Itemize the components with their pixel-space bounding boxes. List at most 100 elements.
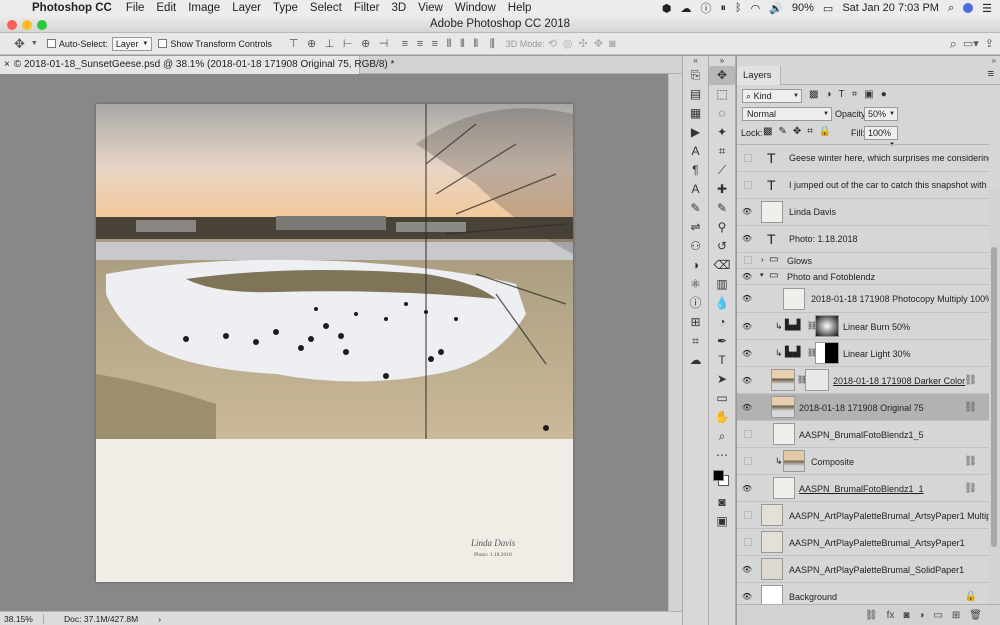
eraser-tool-icon[interactable]: ⌫: [709, 256, 735, 275]
layer-row[interactable]: 👁 AASPN_BrumalFotoBlendz1_1 ⛓: [737, 475, 989, 502]
character-icon[interactable]: A: [683, 142, 708, 161]
foreground-color-swatch[interactable]: [713, 470, 724, 481]
layer-name[interactable]: Composite: [811, 457, 854, 467]
layer-name[interactable]: 2018-01-18 171908 Original 75: [799, 403, 924, 413]
adjustments-icon[interactable]: ◑: [683, 256, 708, 275]
layer-row[interactable]: 👁 T Photo: 1.18.2018: [737, 226, 989, 253]
dropbox-icon[interactable]: ⬢: [662, 2, 672, 15]
menu-window[interactable]: Window: [449, 2, 502, 14]
eye-icon[interactable]: 👁: [741, 349, 753, 359]
menu-3d[interactable]: 3D: [385, 2, 412, 14]
visibility-toggle[interactable]: [744, 256, 752, 264]
eye-icon[interactable]: 👁: [741, 376, 753, 386]
layer-row[interactable]: ↳ Composite ⛓: [737, 448, 989, 475]
collapse-arrows-icon[interactable]: »: [992, 56, 996, 65]
layer-name[interactable]: I jumped out of the car to catch this sn…: [789, 180, 989, 190]
eye-icon[interactable]: 👁: [741, 322, 753, 332]
visibility-toggle[interactable]: [744, 511, 752, 519]
chevron-right-icon[interactable]: ›: [158, 614, 161, 624]
layer-row[interactable]: AASPN_ArtPlayPaletteBrumal_ArtsyPaper1 M…: [737, 502, 989, 529]
layer-row[interactable]: 👁 ▾ ▭ Photo and Fotoblendz: [737, 269, 989, 285]
layer-name[interactable]: Photo: 1.18.2018: [789, 234, 858, 244]
close-tab-icon[interactable]: ×: [4, 59, 10, 70]
dodge-tool-icon[interactable]: ◔: [709, 313, 735, 332]
layer-row[interactable]: 👁 AASPN_ArtPlayPaletteBrumal_SolidPaper1: [737, 556, 989, 583]
layer-name[interactable]: 2018-01-18 171908 Photocopy Multiply 100…: [811, 294, 989, 304]
layer-name[interactable]: AASPN_ArtPlayPaletteBrumal_SolidPaper1: [789, 565, 964, 575]
eye-icon[interactable]: 👁: [741, 294, 753, 304]
distribute-right-icon[interactable]: ⦀: [473, 38, 478, 50]
pause-icon[interactable]: ⏸: [720, 2, 726, 15]
healing-brush-tool-icon[interactable]: ✚: [709, 180, 735, 199]
crop-tool-icon[interactable]: ⌗: [709, 142, 735, 161]
new-group-icon[interactable]: ▭: [933, 610, 942, 621]
glyphs-icon[interactable]: A: [683, 180, 708, 199]
paths-icon[interactable]: ⌗: [683, 332, 708, 351]
brush-settings-icon[interactable]: ✎: [683, 199, 708, 218]
layer-name[interactable]: Linear Light 30%: [843, 349, 911, 359]
doc-info[interactable]: Doc: 37.1M/427.8M: [64, 614, 138, 624]
lasso-tool-icon[interactable]: ◌: [709, 104, 735, 123]
bluetooth-icon[interactable]: ᛒ: [735, 2, 742, 14]
trash-icon[interactable]: 🗑: [969, 610, 982, 621]
opacity-field[interactable]: 50% ▼: [864, 107, 898, 121]
move-tool-icon[interactable]: ✥: [709, 66, 735, 85]
info-icon[interactable]: ⓘ: [683, 294, 708, 313]
3d-drag-icon[interactable]: ✣: [579, 37, 588, 50]
gradient-tool-icon[interactable]: ▥: [709, 275, 735, 294]
eye-icon[interactable]: 👁: [741, 207, 753, 217]
eye-icon[interactable]: 👁: [741, 592, 753, 602]
chevron-down-icon[interactable]: ▾: [760, 271, 764, 279]
clone-stamp-tool-icon[interactable]: ⚲: [709, 218, 735, 237]
layer-row[interactable]: 👁 Background 🔒: [737, 583, 989, 604]
filter-pixel-icon[interactable]: ▩: [809, 89, 825, 100]
canvas-vertical-scrollbar[interactable]: [668, 74, 682, 611]
zoom-level[interactable]: 38.15%: [0, 613, 44, 624]
menu-type[interactable]: Type: [267, 2, 304, 14]
close-window-button[interactable]: [7, 20, 17, 30]
creative-cloud-icon[interactable]: ☁: [680, 2, 691, 15]
history-brush-tool-icon[interactable]: ↺: [709, 237, 735, 256]
layer-name[interactable]: AASPN_ArtPlayPaletteBrumal_ArtsyPaper1: [789, 538, 965, 548]
layer-name[interactable]: AASPN_BrumalFotoBlendz1_5: [799, 430, 924, 440]
menu-edit[interactable]: Edit: [150, 2, 182, 14]
visibility-toggle[interactable]: [744, 538, 752, 546]
clone-source-icon[interactable]: ⚇: [683, 237, 708, 256]
layers-scrollbar[interactable]: [989, 190, 1000, 610]
app-menu[interactable]: Photoshop CC: [26, 2, 120, 14]
lock-all-icon[interactable]: 🔒: [819, 126, 837, 137]
filter-type-icon[interactable]: T: [839, 89, 852, 100]
pen-tool-icon[interactable]: ✒: [709, 332, 735, 351]
creative-cloud-icon[interactable]: ☁: [683, 351, 708, 370]
align-hcenter-icon[interactable]: ⊕: [361, 38, 370, 50]
distribute-bottom-icon[interactable]: ≡: [432, 38, 438, 50]
workspace-icon[interactable]: ▭▾: [963, 37, 979, 50]
quick-mask-icon[interactable]: ◙: [709, 493, 735, 512]
properties-icon[interactable]: ⚛: [683, 275, 708, 294]
tool-presets-icon[interactable]: ⇌: [683, 218, 708, 237]
clock[interactable]: Sat Jan 20 7:03 PM: [842, 2, 939, 14]
chevron-down-icon[interactable]: ▼: [31, 40, 38, 47]
link-layers-icon[interactable]: ⛓: [964, 402, 977, 413]
color-swatches[interactable]: [709, 465, 735, 493]
visibility-toggle[interactable]: [744, 430, 752, 438]
align-bottom-icon[interactable]: ⊥: [325, 38, 335, 50]
link-layers-icon[interactable]: ⛓: [964, 375, 977, 386]
link-layers-icon[interactable]: ⛓: [865, 610, 878, 621]
layer-name[interactable]: Glows: [787, 256, 812, 266]
distribute-vcenter-icon[interactable]: ≡: [417, 38, 423, 50]
eye-icon[interactable]: 👁: [741, 565, 753, 575]
collapse-arrows-icon[interactable]: «: [683, 56, 708, 66]
eye-icon[interactable]: 👁: [741, 272, 753, 282]
align-left-icon[interactable]: ⊢: [343, 38, 353, 50]
3d-camera-icon[interactable]: ◙: [609, 38, 616, 50]
fill-field[interactable]: 100% ▼: [864, 126, 898, 148]
move-tool-preset-icon[interactable]: ✥: [14, 36, 25, 52]
layer-row[interactable]: 👁 ↳ ▙▟ ⛓ Linear Light 30%: [737, 340, 989, 367]
marquee-tool-icon[interactable]: ⬚: [709, 85, 735, 104]
layer-row[interactable]: T I jumped out of the car to catch this …: [737, 172, 989, 199]
filter-adjustment-icon[interactable]: ◑: [825, 89, 838, 100]
actions-icon[interactable]: ▤: [683, 85, 708, 104]
search-icon[interactable]: ⌕: [950, 36, 957, 52]
layer-name[interactable]: Linda Davis: [789, 207, 836, 217]
